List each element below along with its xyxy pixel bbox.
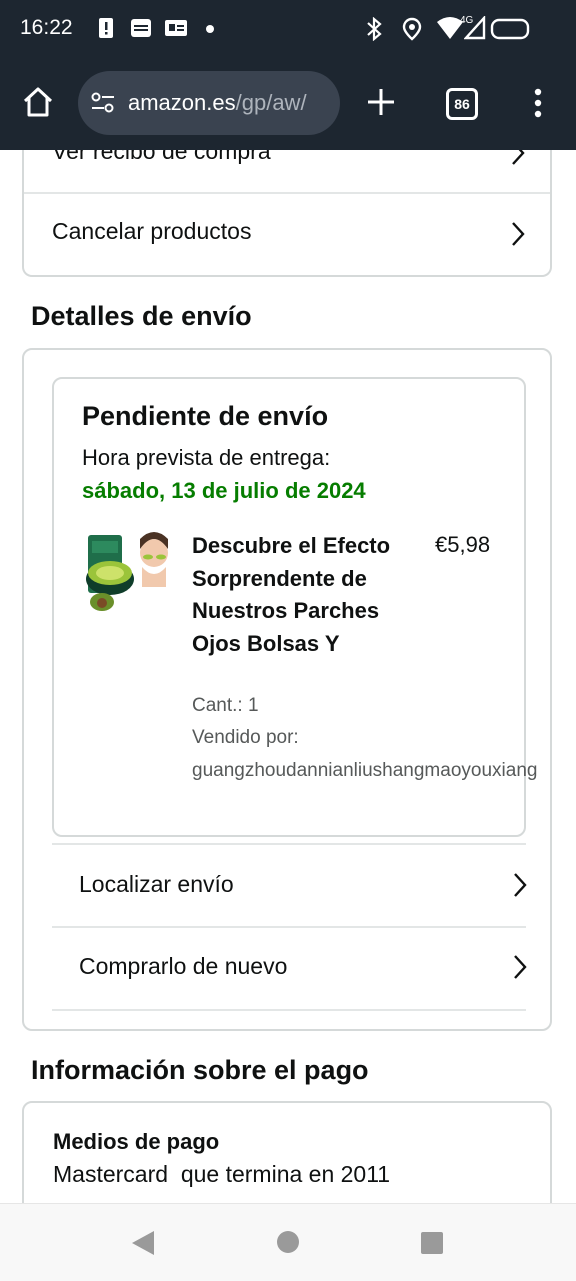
url-path: /gp/aw/ bbox=[235, 90, 307, 115]
delivery-label: Hora prevista de entrega: bbox=[82, 445, 331, 470]
signal-icon bbox=[464, 16, 486, 40]
shipment-box: Pendiente de envío Hora prevista de entr… bbox=[52, 377, 537, 837]
payment-card: Medios de pago Mastercard que termina en… bbox=[22, 1101, 552, 1203]
payment-method-value: Mastercard que termina en 2011 bbox=[53, 1161, 391, 1187]
view-receipt-row[interactable]: Ver recibo de compra bbox=[24, 150, 550, 192]
card-icon bbox=[165, 20, 187, 36]
dot-icon bbox=[206, 25, 214, 33]
cancel-products-row[interactable]: Cancelar productos bbox=[24, 194, 550, 276]
status-bar: 16:22 4G bbox=[0, 0, 576, 58]
shipment-status: Pendiente de envío bbox=[82, 401, 329, 431]
row-label: Comprarlo de nuevo bbox=[79, 953, 288, 979]
shipping-heading: Detalles de envío bbox=[31, 301, 252, 331]
divider bbox=[52, 1009, 526, 1011]
track-shipment-row[interactable]: Localizar envío bbox=[24, 845, 550, 926]
chevron-right-icon bbox=[512, 222, 525, 246]
battery-icon bbox=[490, 18, 530, 40]
location-icon bbox=[402, 17, 422, 41]
product-quantity: Cant.: 1 bbox=[192, 695, 259, 716]
chevron-right-icon bbox=[512, 150, 525, 165]
shipping-card: Pendiente de envío Hora prevista de entr… bbox=[22, 348, 552, 1031]
order-actions-card: Ver recibo de compra Cancelar productos bbox=[22, 150, 552, 277]
alert-icon bbox=[99, 18, 113, 38]
home-icon[interactable] bbox=[22, 86, 54, 118]
new-tab-icon[interactable] bbox=[366, 87, 396, 117]
status-time: 16:22 bbox=[20, 16, 73, 39]
payment-method-label: Medios de pago bbox=[53, 1129, 220, 1154]
url-bar[interactable]: amazon.es/gp/aw/ bbox=[78, 71, 340, 135]
tab-switcher-button[interactable]: 86 bbox=[446, 88, 478, 120]
payment-heading: Información sobre el pago bbox=[31, 1055, 369, 1085]
chevron-right-icon bbox=[514, 955, 527, 979]
delivery-date: sábado, 13 de julio de 2024 bbox=[82, 478, 366, 503]
recents-icon[interactable] bbox=[420, 1231, 446, 1257]
burger-king-icon bbox=[131, 19, 151, 37]
seller-name[interactable]: guangzhoudannianliushangmaoyouxiang bbox=[192, 760, 537, 782]
row-label: Ver recibo de compra bbox=[52, 150, 271, 164]
product-title[interactable]: Descubre el Efecto Sorprendente de Nuest… bbox=[192, 530, 412, 660]
home-nav-icon[interactable] bbox=[276, 1230, 302, 1256]
more-menu-icon[interactable] bbox=[533, 88, 543, 118]
buy-again-row[interactable]: Comprarlo de nuevo bbox=[24, 928, 550, 1009]
product-image[interactable] bbox=[82, 527, 172, 617]
sold-by-label: Vendido por: bbox=[192, 727, 299, 748]
system-nav-bar bbox=[0, 1203, 576, 1281]
back-icon[interactable] bbox=[130, 1230, 156, 1256]
chevron-right-icon bbox=[514, 873, 527, 897]
bluetooth-icon bbox=[367, 17, 382, 41]
row-label: Localizar envío bbox=[79, 871, 234, 897]
url-text: amazon.es/gp/aw/ bbox=[128, 90, 336, 116]
browser-toolbar: amazon.es/gp/aw/ 86 bbox=[0, 58, 576, 150]
page-content: Ver recibo de compra Cancelar productos … bbox=[0, 150, 576, 1203]
product-price: €5,98 bbox=[435, 532, 491, 557]
url-host: amazon.es bbox=[128, 90, 236, 115]
row-label: Cancelar productos bbox=[52, 218, 252, 244]
site-settings-icon[interactable] bbox=[90, 91, 116, 115]
